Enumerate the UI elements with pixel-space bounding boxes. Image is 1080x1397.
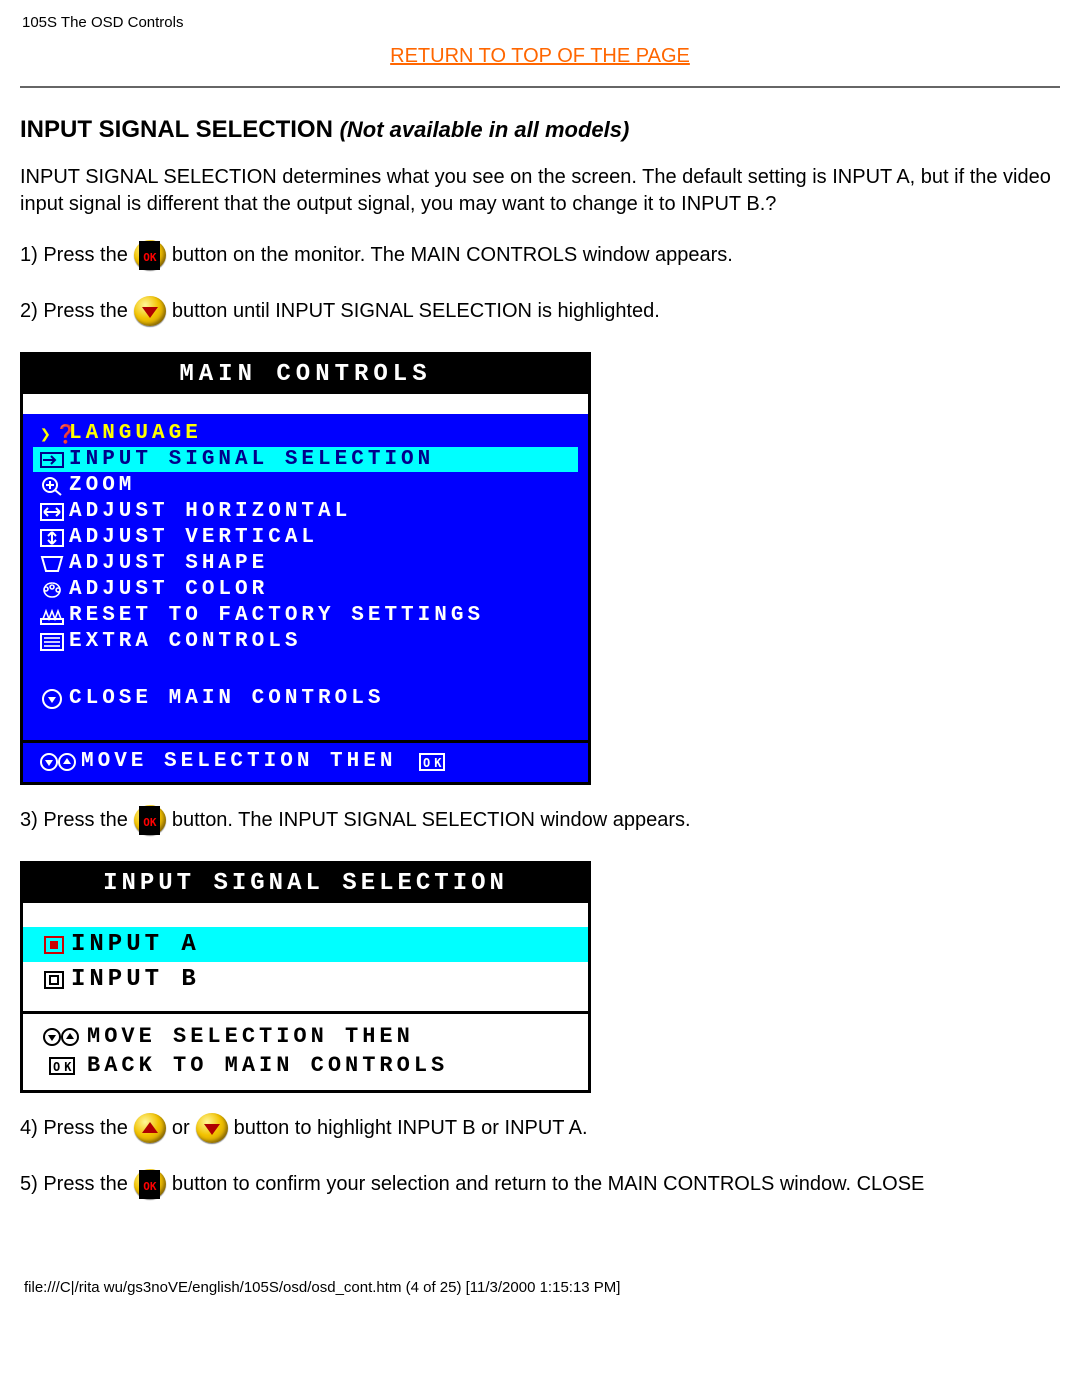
osd-input-signal: INPUT SIGNAL SELECTION INPUT A INPUT B bbox=[20, 861, 591, 1093]
osd-item-reset: RESET TO FACTORY SETTINGS bbox=[33, 603, 578, 628]
osd-item-label: ZOOM bbox=[69, 474, 135, 497]
step-1: 1) Press the OK button on the monitor. T… bbox=[20, 240, 1060, 270]
osd-main-title: MAIN CONTROLS bbox=[23, 355, 588, 394]
osd-item-adjust-shape: ADJUST SHAPE bbox=[33, 551, 578, 576]
horizontal-icon bbox=[35, 503, 69, 521]
osd-white-bar bbox=[23, 903, 588, 927]
up-down-icon bbox=[37, 1027, 87, 1047]
horizontal-rule bbox=[20, 86, 1060, 88]
zoom-icon bbox=[35, 476, 69, 496]
down-button-icon bbox=[196, 1113, 228, 1143]
ok-symbol-icon: OK bbox=[410, 753, 454, 771]
up-down-icon bbox=[37, 752, 81, 772]
language-icon: ❯❓ bbox=[35, 424, 69, 444]
color-icon bbox=[35, 581, 69, 599]
step-5: 5) Press the OK button to confirm your s… bbox=[20, 1169, 1060, 1199]
osd-item-adjust-horizontal: ADJUST HORIZONTAL bbox=[33, 499, 578, 524]
osd-input-title: INPUT SIGNAL SELECTION bbox=[23, 864, 588, 903]
intro-paragraph: INPUT SIGNAL SELECTION determines what y… bbox=[20, 164, 1060, 218]
shape-icon bbox=[35, 555, 69, 573]
down-button-icon bbox=[134, 296, 166, 326]
input-b-icon bbox=[37, 971, 71, 989]
step-2-pre: 2) Press the bbox=[20, 300, 128, 323]
osd-main-body: ❯❓ LANGUAGE INPUT SIGNAL SELECTION ZOOM bbox=[23, 414, 588, 740]
osd-item-adjust-color: ADJUST COLOR bbox=[33, 577, 578, 602]
osd-item-label: ADJUST VERTICAL bbox=[69, 526, 318, 549]
input-signal-icon bbox=[35, 451, 69, 469]
osd-item-input-signal: INPUT SIGNAL SELECTION bbox=[33, 447, 578, 472]
osd-input-a-label: INPUT A bbox=[71, 931, 200, 958]
page-header: 105S The OSD Controls bbox=[22, 14, 1060, 31]
reset-icon bbox=[35, 607, 69, 625]
input-a-icon bbox=[37, 936, 71, 954]
step-2-post: button until INPUT SIGNAL SELECTION is h… bbox=[172, 300, 660, 323]
step-4: 4) Press the or button to highlight INPU… bbox=[20, 1113, 1060, 1143]
osd-input-footer-2: BACK TO MAIN CONTROLS bbox=[87, 1053, 448, 1078]
osd-footer-text: MOVE SELECTION THEN bbox=[81, 750, 396, 773]
osd-item-zoom: ZOOM bbox=[33, 473, 578, 498]
ok-button-icon: OK bbox=[134, 805, 166, 835]
osd-item-label: ADJUST SHAPE bbox=[69, 552, 268, 575]
osd-input-b: INPUT B bbox=[23, 962, 588, 997]
step-4-post: button to highlight INPUT B or INPUT A. bbox=[234, 1117, 588, 1140]
step-4-mid: or bbox=[172, 1117, 190, 1140]
step-2: 2) Press the button until INPUT SIGNAL S… bbox=[20, 296, 1060, 326]
osd-item-label: ADJUST HORIZONTAL bbox=[69, 500, 351, 523]
step-4-pre: 4) Press the bbox=[20, 1117, 128, 1140]
svg-text:OK: OK bbox=[423, 756, 445, 770]
osd-input-b-label: INPUT B bbox=[71, 966, 200, 993]
osd-item-label: EXTRA CONTROLS bbox=[69, 630, 301, 653]
osd-item-close: CLOSE MAIN CONTROLS bbox=[33, 686, 578, 711]
svg-text:OK: OK bbox=[53, 1060, 75, 1074]
osd-item-label: LANGUAGE bbox=[69, 422, 202, 445]
return-top-link-container: RETURN TO TOP OF THE PAGE bbox=[20, 45, 1060, 68]
osd-input-a: INPUT A bbox=[23, 927, 588, 962]
step-5-post: button to confirm your selection and ret… bbox=[172, 1173, 925, 1196]
osd-item-label: ADJUST COLOR bbox=[69, 578, 268, 601]
extra-icon bbox=[35, 633, 69, 651]
osd-white-bar bbox=[23, 394, 588, 414]
osd-item-adjust-vertical: ADJUST VERTICAL bbox=[33, 525, 578, 550]
section-title-note: (Not available in all models) bbox=[340, 117, 630, 142]
osd-main-footer: MOVE SELECTION THEN OK bbox=[23, 740, 588, 782]
ok-button-icon: OK bbox=[134, 1169, 166, 1199]
return-top-link[interactable]: RETURN TO TOP OF THE PAGE bbox=[390, 45, 690, 67]
section-title-text: INPUT SIGNAL SELECTION bbox=[20, 116, 333, 143]
osd-input-footer: MOVE SELECTION THEN OK BACK TO MAIN CONT… bbox=[23, 1014, 588, 1090]
osd-close-label: CLOSE MAIN CONTROLS bbox=[69, 687, 384, 710]
close-icon bbox=[35, 689, 69, 709]
osd-input-footer-1: MOVE SELECTION THEN bbox=[87, 1024, 414, 1049]
step-3-post: button. The INPUT SIGNAL SELECTION windo… bbox=[172, 809, 691, 832]
osd-main-controls: MAIN CONTROLS ❯❓ LANGUAGE INPUT SIGNAL S… bbox=[20, 352, 591, 785]
osd-item-label: INPUT SIGNAL SELECTION bbox=[69, 448, 434, 471]
step-3: 3) Press the OK button. The INPUT SIGNAL… bbox=[20, 805, 1060, 835]
section-heading: INPUT SIGNAL SELECTION (Not available in… bbox=[20, 116, 1060, 144]
step-3-pre: 3) Press the bbox=[20, 809, 128, 832]
step-5-pre: 5) Press the bbox=[20, 1173, 128, 1196]
step-1-pre: 1) Press the bbox=[20, 244, 128, 267]
vertical-icon bbox=[35, 529, 69, 547]
footer-path: file:///C|/rita wu/gs3noVE/english/105S/… bbox=[20, 1279, 1060, 1296]
ok-button-icon: OK bbox=[134, 240, 166, 270]
osd-item-label: RESET TO FACTORY SETTINGS bbox=[69, 604, 484, 627]
osd-item-language: ❯❓ LANGUAGE bbox=[33, 421, 578, 446]
step-1-post: button on the monitor. The MAIN CONTROLS… bbox=[172, 244, 733, 267]
osd-white-bar bbox=[23, 997, 588, 1011]
osd-item-extra: EXTRA CONTROLS bbox=[33, 629, 578, 654]
up-button-icon bbox=[134, 1113, 166, 1143]
ok-symbol-icon: OK bbox=[37, 1057, 87, 1075]
